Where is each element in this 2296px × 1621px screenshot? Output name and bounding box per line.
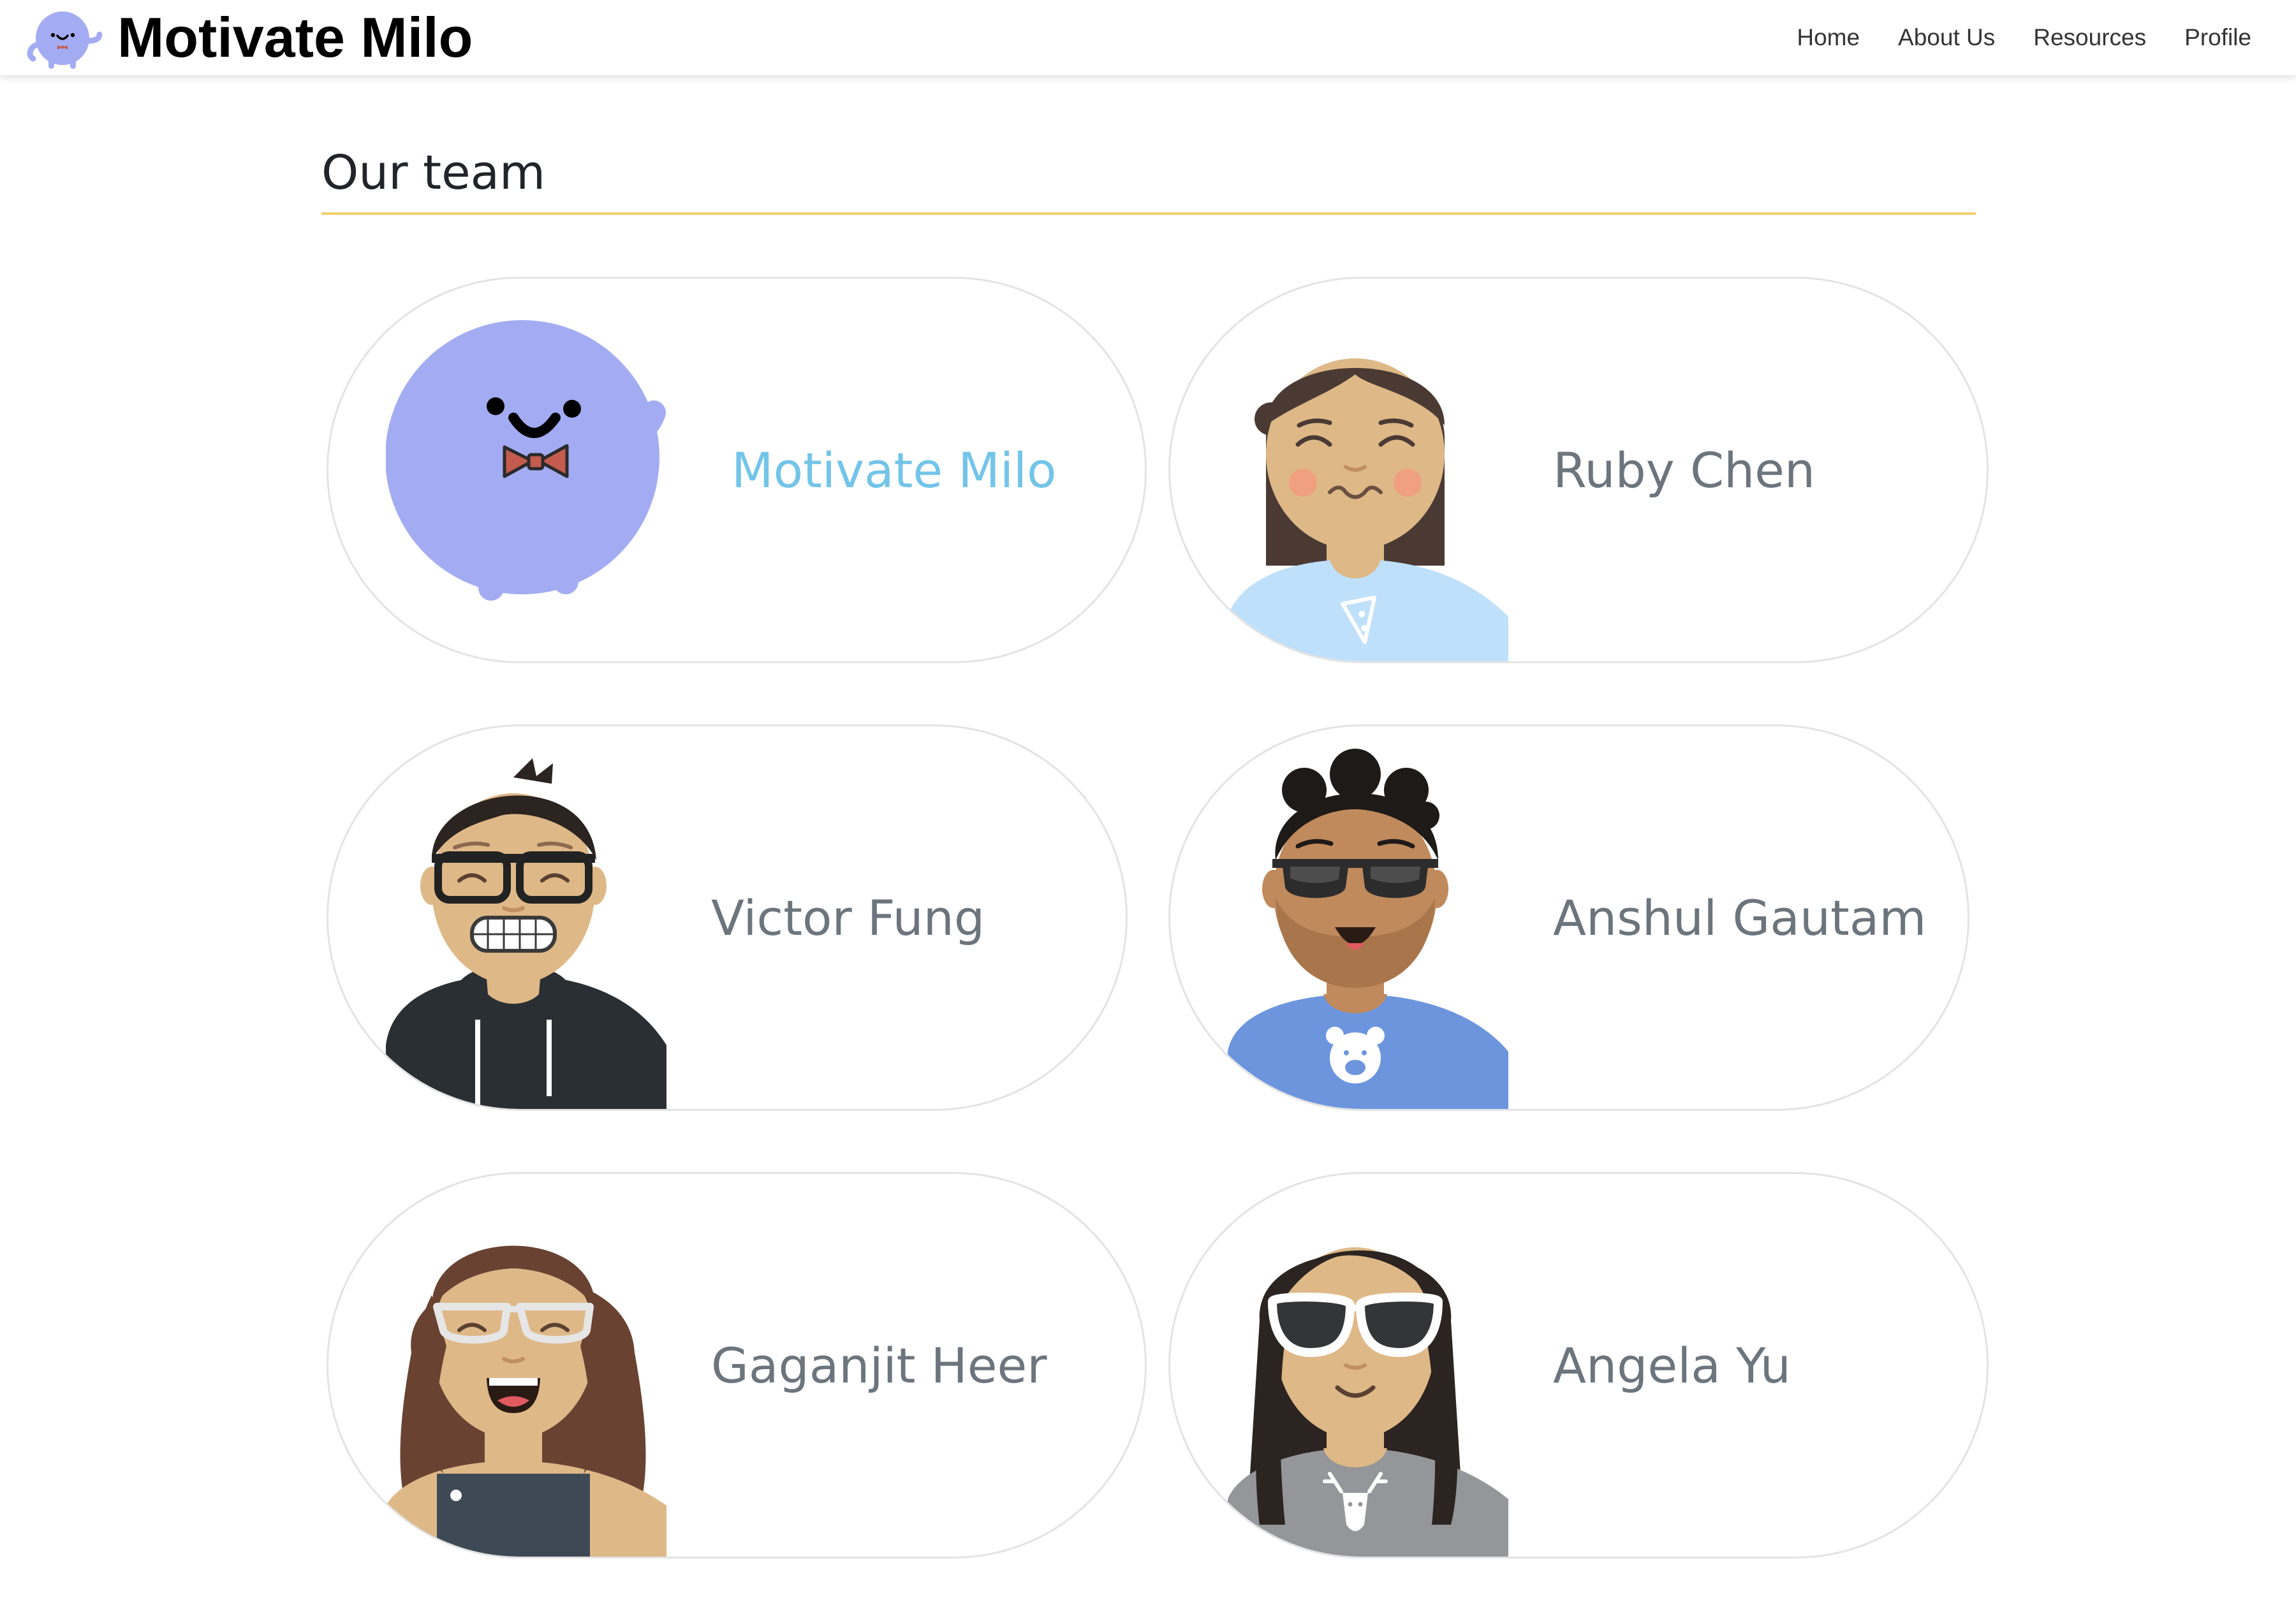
team-card-ruby-chen: Ruby Chen	[1168, 277, 1989, 663]
nav-link-about-us[interactable]: About Us	[1898, 24, 1995, 51]
man-sunglasses-bear-shirt-avatar-icon	[1228, 749, 1508, 1109]
team-card-motivate-milo: Motivate Milo	[327, 277, 1147, 663]
milo-mascot-avatar-icon	[386, 320, 666, 601]
member-name: Ruby Chen	[1553, 441, 1816, 499]
section-title: Our team	[321, 145, 546, 200]
top-navbar: Motivate Milo Home About Us Resources Pr…	[0, 0, 2296, 75]
team-card-angela-yu: Angela Yu	[1168, 1172, 1989, 1559]
woman-sunglasses-deer-shirt-avatar-icon	[1228, 1247, 1508, 1557]
nav-link-home[interactable]: Home	[1797, 24, 1860, 51]
section-divider	[321, 212, 1976, 215]
nav-link-resources[interactable]: Resources	[2033, 24, 2146, 51]
team-card-gaganjit-heer: Gaganjit Heer	[327, 1172, 1147, 1559]
nav-links: Home About Us Resources Profile	[1758, 0, 2251, 75]
member-name: Victor Fung	[711, 889, 985, 946]
woman-curly-hair-glasses-avatar-icon	[386, 1245, 666, 1557]
member-name: Angela Yu	[1553, 1337, 1791, 1394]
member-name: Gaganjit Heer	[711, 1337, 1047, 1394]
team-card-anshul-gautam: Anshul Gautam	[1168, 724, 1969, 1111]
brand-title: Motivate Milo	[117, 6, 473, 69]
nav-link-profile[interactable]: Profile	[2184, 24, 2251, 51]
woman-pizza-shirt-avatar-icon	[1228, 358, 1508, 661]
team-card-victor-fung: Victor Fung	[327, 724, 1128, 1111]
man-glasses-hoodie-avatar-icon	[386, 758, 666, 1109]
brand[interactable]: Motivate Milo	[26, 5, 473, 70]
member-name: Motivate Milo	[732, 441, 1057, 499]
milo-logo-icon	[27, 11, 102, 69]
member-name: Anshul Gautam	[1553, 889, 1927, 946]
